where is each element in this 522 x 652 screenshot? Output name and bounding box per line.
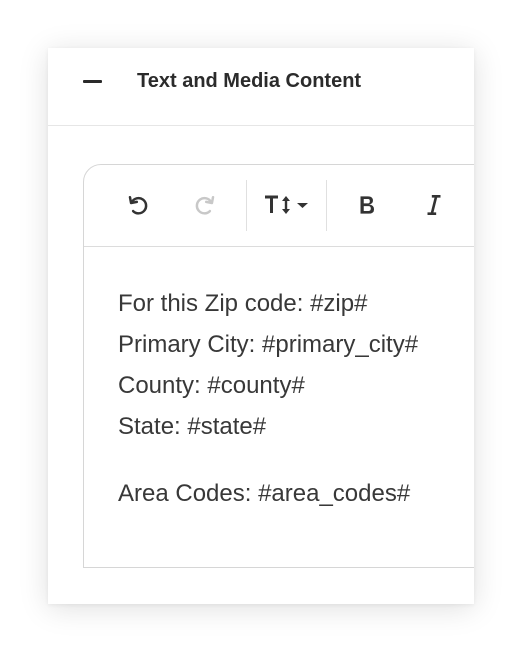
collapse-button[interactable] xyxy=(80,72,106,92)
text-size-dropdown[interactable] xyxy=(263,188,313,222)
italic-icon xyxy=(427,195,441,215)
undo-icon xyxy=(128,195,148,215)
section-title: Text and Media Content xyxy=(137,70,362,92)
editor-toolbar xyxy=(84,165,474,247)
content-line: County: #county# xyxy=(118,372,305,399)
text-size-icon xyxy=(265,195,308,214)
content-section-card: Text and Media Content For this Zip code… xyxy=(48,48,474,604)
content-line: State: #state# xyxy=(118,413,267,440)
toolbar-separator xyxy=(246,180,247,231)
undo-button[interactable] xyxy=(121,188,155,222)
bold-icon xyxy=(360,196,375,214)
content-line: Area Codes: #area_codes# xyxy=(118,480,411,507)
content-line: Primary City: #primary_city# xyxy=(118,331,419,358)
toolbar-separator xyxy=(326,180,327,231)
rich-text-editor: For this Zip code: #zip# Primary City: #… xyxy=(83,164,474,568)
italic-button[interactable] xyxy=(417,188,451,222)
minus-icon xyxy=(83,80,102,83)
redo-icon xyxy=(195,195,215,215)
section-header: Text and Media Content xyxy=(48,48,474,126)
content-line: For this Zip code: #zip# xyxy=(118,290,368,317)
bold-button[interactable] xyxy=(350,188,384,222)
redo-button[interactable] xyxy=(188,188,222,222)
editor-content[interactable]: For this Zip code: #zip# Primary City: #… xyxy=(118,283,418,514)
